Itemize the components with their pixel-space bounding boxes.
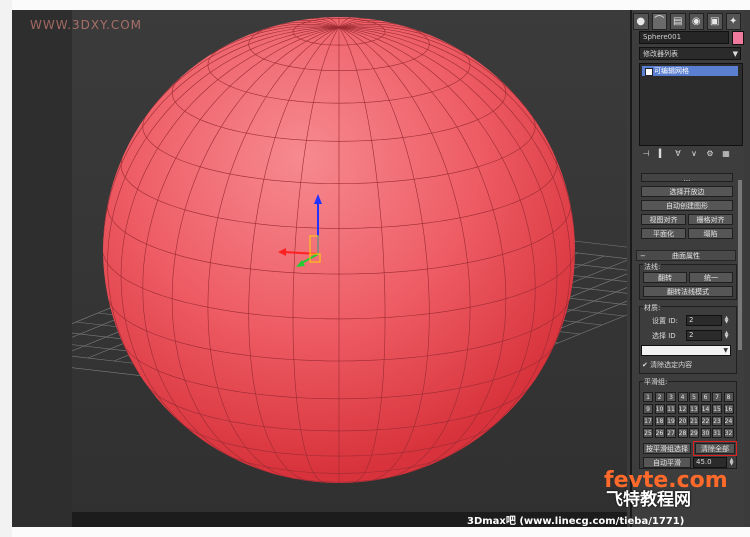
smoothing-group-button-1[interactable]: 1 xyxy=(643,392,653,402)
stack-toolbar: ⊣ ▍ ∀ ∨ ⚙ ▦ xyxy=(640,148,742,160)
material-label: 材质: xyxy=(643,303,662,313)
grid-align-button[interactable]: 栅格对齐 xyxy=(688,214,733,225)
clear-selection-checkbox[interactable]: ✔ 清除选定内容 xyxy=(642,360,692,370)
sets-icon[interactable]: ▦ xyxy=(720,149,732,159)
command-panel-tabs: ● ⌒ ▤ ◉ ▣ ✦ xyxy=(633,13,741,30)
utilities-icon[interactable]: ✦ xyxy=(725,13,741,30)
set-id-label: 设置 ID: xyxy=(652,317,679,325)
clear-all-highlight xyxy=(693,441,737,456)
smoothing-group-button-28[interactable]: 28 xyxy=(677,428,688,438)
smoothing-group-button-19[interactable]: 19 xyxy=(666,416,676,426)
set-id-spinner[interactable]: 2 xyxy=(686,315,722,326)
collapse-button[interactable]: 塌陷 xyxy=(688,228,733,239)
brand-logo-text: fevte.com xyxy=(604,468,728,493)
create-icon[interactable]: ● xyxy=(633,13,649,30)
chevron-down-icon: ▼ xyxy=(723,347,728,354)
select-id-label: 选择 ID xyxy=(652,332,676,340)
surface-properties-rollout[interactable]: − 曲面属性 xyxy=(636,250,736,261)
smoothing-group-button-7[interactable]: 7 xyxy=(712,392,722,402)
auto-smooth-threshold[interactable]: 45.0 xyxy=(693,457,727,468)
checkbox-checked-icon: ✔ xyxy=(642,361,648,369)
smoothing-group-button-31[interactable]: 31 xyxy=(712,428,722,438)
pin-stack-icon[interactable]: ⊣ xyxy=(640,149,652,159)
rollout-title: 曲面属性 xyxy=(672,252,700,260)
select-by-sg-button[interactable]: 按平滑组选择 xyxy=(643,443,691,454)
watermark-text: WWW.3DXY.COM xyxy=(30,18,143,32)
smoothing-group-button-12[interactable]: 12 xyxy=(677,404,688,414)
section-header-partial: … xyxy=(641,173,733,182)
unify-button[interactable]: 统一 xyxy=(689,272,733,283)
smoothing-group-button-26[interactable]: 26 xyxy=(654,428,665,438)
make-unique-icon[interactable]: ∀ xyxy=(672,149,684,159)
smoothing-group-button-13[interactable]: 13 xyxy=(689,404,699,414)
smoothing-group-button-2[interactable]: 2 xyxy=(654,392,665,402)
smoothing-group-button-8[interactable]: 8 xyxy=(723,392,734,402)
left-strip xyxy=(12,10,72,527)
bulb-icon xyxy=(645,68,653,76)
panel-scrollbar[interactable] xyxy=(738,180,742,350)
smoothing-group-button-15[interactable]: 15 xyxy=(712,404,722,414)
select-id-spinner[interactable]: 2 xyxy=(686,330,722,341)
chevron-down-icon: ▼ xyxy=(732,50,738,58)
object-name-field[interactable]: Sphere001 xyxy=(639,31,729,44)
planarize-button[interactable]: 平面化 xyxy=(641,228,686,239)
stack-item-editable-mesh[interactable]: 可编辑网格 xyxy=(642,66,738,76)
normals-label: 法线: xyxy=(643,262,662,272)
flip-normal-mode-button[interactable]: 翻转法线模式 xyxy=(643,286,733,297)
object-color-swatch[interactable] xyxy=(732,31,744,45)
create-shape-button[interactable]: 自动创建图形 xyxy=(641,200,733,211)
smoothing-group-button-5[interactable]: 5 xyxy=(689,392,699,402)
view-align-button[interactable]: 视图对齐 xyxy=(641,214,686,225)
smoothing-group-button-22[interactable]: 22 xyxy=(700,416,711,426)
footer-caption: 3Dmax吧 (www.linecg.com/tieba/1771) xyxy=(467,516,685,527)
smoothing-group-button-4[interactable]: 4 xyxy=(677,392,688,402)
select-open-edges-button[interactable]: 选择开放边 xyxy=(641,186,733,197)
remove-modifier-icon[interactable]: ∨ xyxy=(688,149,700,159)
smoothing-group-button-3[interactable]: 3 xyxy=(666,392,676,402)
auto-smooth-button[interactable]: 自动平滑 xyxy=(643,457,691,468)
modifier-list-dropdown[interactable]: 修改器列表 ▼ xyxy=(639,47,741,60)
clear-selection-label: 清除选定内容 xyxy=(650,361,693,369)
perspective-viewport[interactable] xyxy=(72,10,627,527)
modifier-stack: 可编辑网格 xyxy=(639,63,743,146)
smoothing-group-button-17[interactable]: 17 xyxy=(643,416,653,426)
smoothing-group-button-29[interactable]: 29 xyxy=(689,428,699,438)
smoothing-group-button-27[interactable]: 27 xyxy=(666,428,676,438)
smoothing-group-button-25[interactable]: 25 xyxy=(643,428,653,438)
smoothing-groups-label: 平滑组: xyxy=(643,377,669,387)
spinner-arrows-icon[interactable]: ▲ ▼ xyxy=(723,316,730,325)
flip-button[interactable]: 翻转 xyxy=(643,272,687,283)
smoothing-group-button-20[interactable]: 20 xyxy=(677,416,688,426)
smoothing-group-button-30[interactable]: 30 xyxy=(700,428,711,438)
show-end-result-icon[interactable]: ▍ xyxy=(656,149,668,159)
smoothing-group-button-21[interactable]: 21 xyxy=(689,416,699,426)
spinner-arrows-icon[interactable]: ▲ ▼ xyxy=(723,331,730,340)
smoothing-group-button-32[interactable]: 32 xyxy=(723,428,734,438)
smoothing-group-button-18[interactable]: 18 xyxy=(654,416,665,426)
collapse-icon: − xyxy=(640,252,646,260)
configure-sets-icon[interactable]: ⚙ xyxy=(704,149,716,159)
smoothing-group-button-6[interactable]: 6 xyxy=(700,392,711,402)
smoothing-group-button-14[interactable]: 14 xyxy=(700,404,711,414)
stack-item-label: 可编辑网格 xyxy=(654,67,689,75)
hierarchy-icon[interactable]: ▤ xyxy=(670,13,686,30)
brand-logo-subtext: 飞特教程网 xyxy=(606,490,691,510)
material-name-dropdown[interactable]: ▼ xyxy=(641,345,731,356)
smoothing-group-button-10[interactable]: 10 xyxy=(654,404,665,414)
smoothing-group-button-23[interactable]: 23 xyxy=(712,416,722,426)
smoothing-group-button-11[interactable]: 11 xyxy=(666,404,676,414)
modify-icon[interactable]: ⌒ xyxy=(651,13,667,30)
motion-icon[interactable]: ◉ xyxy=(688,13,704,30)
smoothing-group-button-24[interactable]: 24 xyxy=(723,416,734,426)
smoothing-group-button-16[interactable]: 16 xyxy=(723,404,734,414)
outer-border xyxy=(0,0,12,537)
smoothing-group-button-9[interactable]: 9 xyxy=(643,404,653,414)
spinner-arrows-icon[interactable]: ▲ ▼ xyxy=(728,458,735,467)
viewport-scene xyxy=(72,17,627,483)
display-icon[interactable]: ▣ xyxy=(707,13,723,30)
modifier-list-label: 修改器列表 xyxy=(643,50,678,58)
